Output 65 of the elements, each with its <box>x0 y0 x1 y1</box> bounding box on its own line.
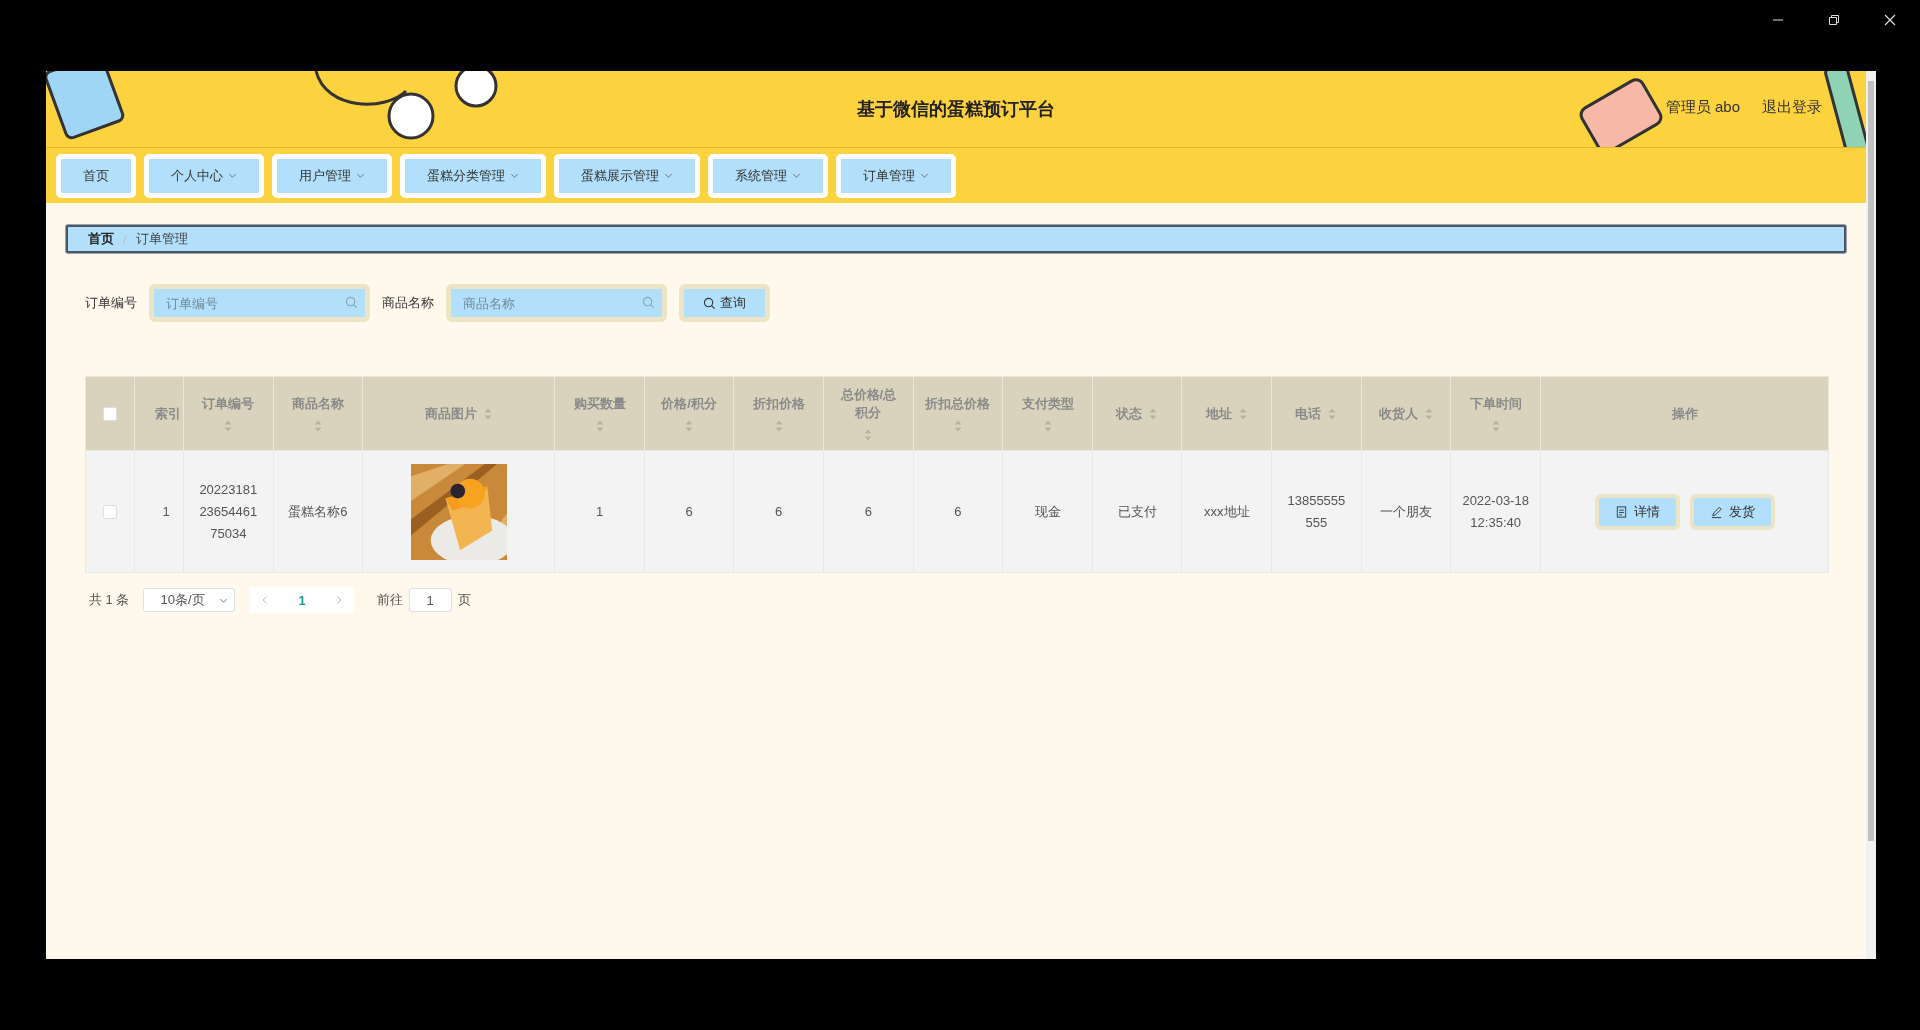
table-cell-text: 1 <box>594 502 605 521</box>
scrollbar[interactable] <box>1866 71 1876 959</box>
nav-menu-item[interactable]: 蛋糕展示管理 <box>554 153 700 198</box>
page-size-select[interactable]: 10条/页 <box>143 588 236 612</box>
site-title: 基于微信的蛋糕预订平台 <box>857 98 1055 121</box>
column-header: 地址 <box>1205 404 1232 423</box>
breadcrumb-current: 订单管理 <box>135 230 188 248</box>
search-icon <box>703 296 716 310</box>
column-header: 折扣总价格 <box>925 394 991 413</box>
table-cell-text: 1 <box>161 502 171 521</box>
column-header: 操作 <box>1671 404 1698 423</box>
nav-menu-item[interactable]: 系统管理 <box>708 153 828 198</box>
search-icon <box>345 296 358 309</box>
field-label: 订单编号 <box>85 294 137 312</box>
column-header: 状态 <box>1116 404 1143 423</box>
table-cell-text: xxx地址 <box>1203 502 1251 521</box>
column-header: 商品名称 <box>291 394 344 413</box>
column-header: 总价格/总积分 <box>839 385 898 422</box>
nav-menu-item[interactable]: 个人中心 <box>144 153 264 198</box>
field-label: 商品名称 <box>382 294 434 312</box>
column-header: 折扣价格 <box>752 394 805 413</box>
column-header: 支付类型 <box>1021 394 1074 413</box>
table-cell-text: 6 <box>774 502 784 521</box>
column-header: 商品图片 <box>424 404 477 423</box>
table-cell-text: 一个朋友 <box>1379 502 1433 521</box>
table-cell-text: 202231812365446175034 <box>198 480 259 543</box>
column-header: 索引 <box>155 404 181 423</box>
column-header: 收货人 <box>1378 404 1418 423</box>
breadcrumb-separator: / <box>123 231 127 247</box>
page-unit-label: 页 <box>457 591 471 609</box>
logout-link[interactable]: 退出登录 <box>1762 98 1822 117</box>
restore-icon[interactable] <box>1828 14 1840 26</box>
nav-menu-item[interactable]: 订单管理 <box>836 153 956 198</box>
goto-label: 前往 <box>376 591 403 609</box>
column-header: 电话 <box>1295 404 1322 423</box>
column-header: 订单编号 <box>202 394 255 413</box>
search-button[interactable]: 查询 <box>679 284 770 322</box>
close-icon[interactable] <box>1884 14 1896 26</box>
column-header: 价格/积分 <box>661 394 717 413</box>
search-icon <box>642 296 655 309</box>
pen-icon <box>1709 504 1723 519</box>
user-label: 管理员 abo <box>1665 98 1740 117</box>
column-header: 下单时间 <box>1469 394 1522 413</box>
table-cell-text: 蛋糕名称6 <box>287 502 349 521</box>
checkbox[interactable] <box>103 407 117 422</box>
search-field[interactable]: 订单编号 <box>149 284 370 322</box>
table-cell-text: 已支付 <box>1116 502 1158 521</box>
table-cell-text: 6 <box>863 502 873 521</box>
ship-button[interactable]: 发货 <box>1689 493 1775 530</box>
table-cell-text: 2022-03-18 12:35:40 <box>1461 491 1530 532</box>
column-header: 购买数量 <box>573 394 626 413</box>
search-field[interactable]: 商品名称 <box>446 284 667 322</box>
table-cell-text: 13855555555 <box>1286 491 1347 532</box>
nav-menu-item[interactable]: 首页 <box>56 153 136 198</box>
total-count: 共 1 条 <box>89 591 130 609</box>
page-input[interactable]: 1 <box>408 588 452 612</box>
checkbox[interactable] <box>103 505 117 520</box>
nav-menu-item[interactable]: 蛋糕分类管理 <box>400 153 546 198</box>
details-button[interactable]: 详情 <box>1594 493 1680 530</box>
document-icon <box>1614 504 1628 519</box>
breadcrumb-link[interactable]: 首页 <box>88 230 114 248</box>
nav-menu-item[interactable]: 用户管理 <box>272 153 392 198</box>
table-cell-text: 现金 <box>1033 502 1062 521</box>
table-cell-text: 6 <box>953 502 963 521</box>
table-cell-text: 6 <box>684 502 694 521</box>
